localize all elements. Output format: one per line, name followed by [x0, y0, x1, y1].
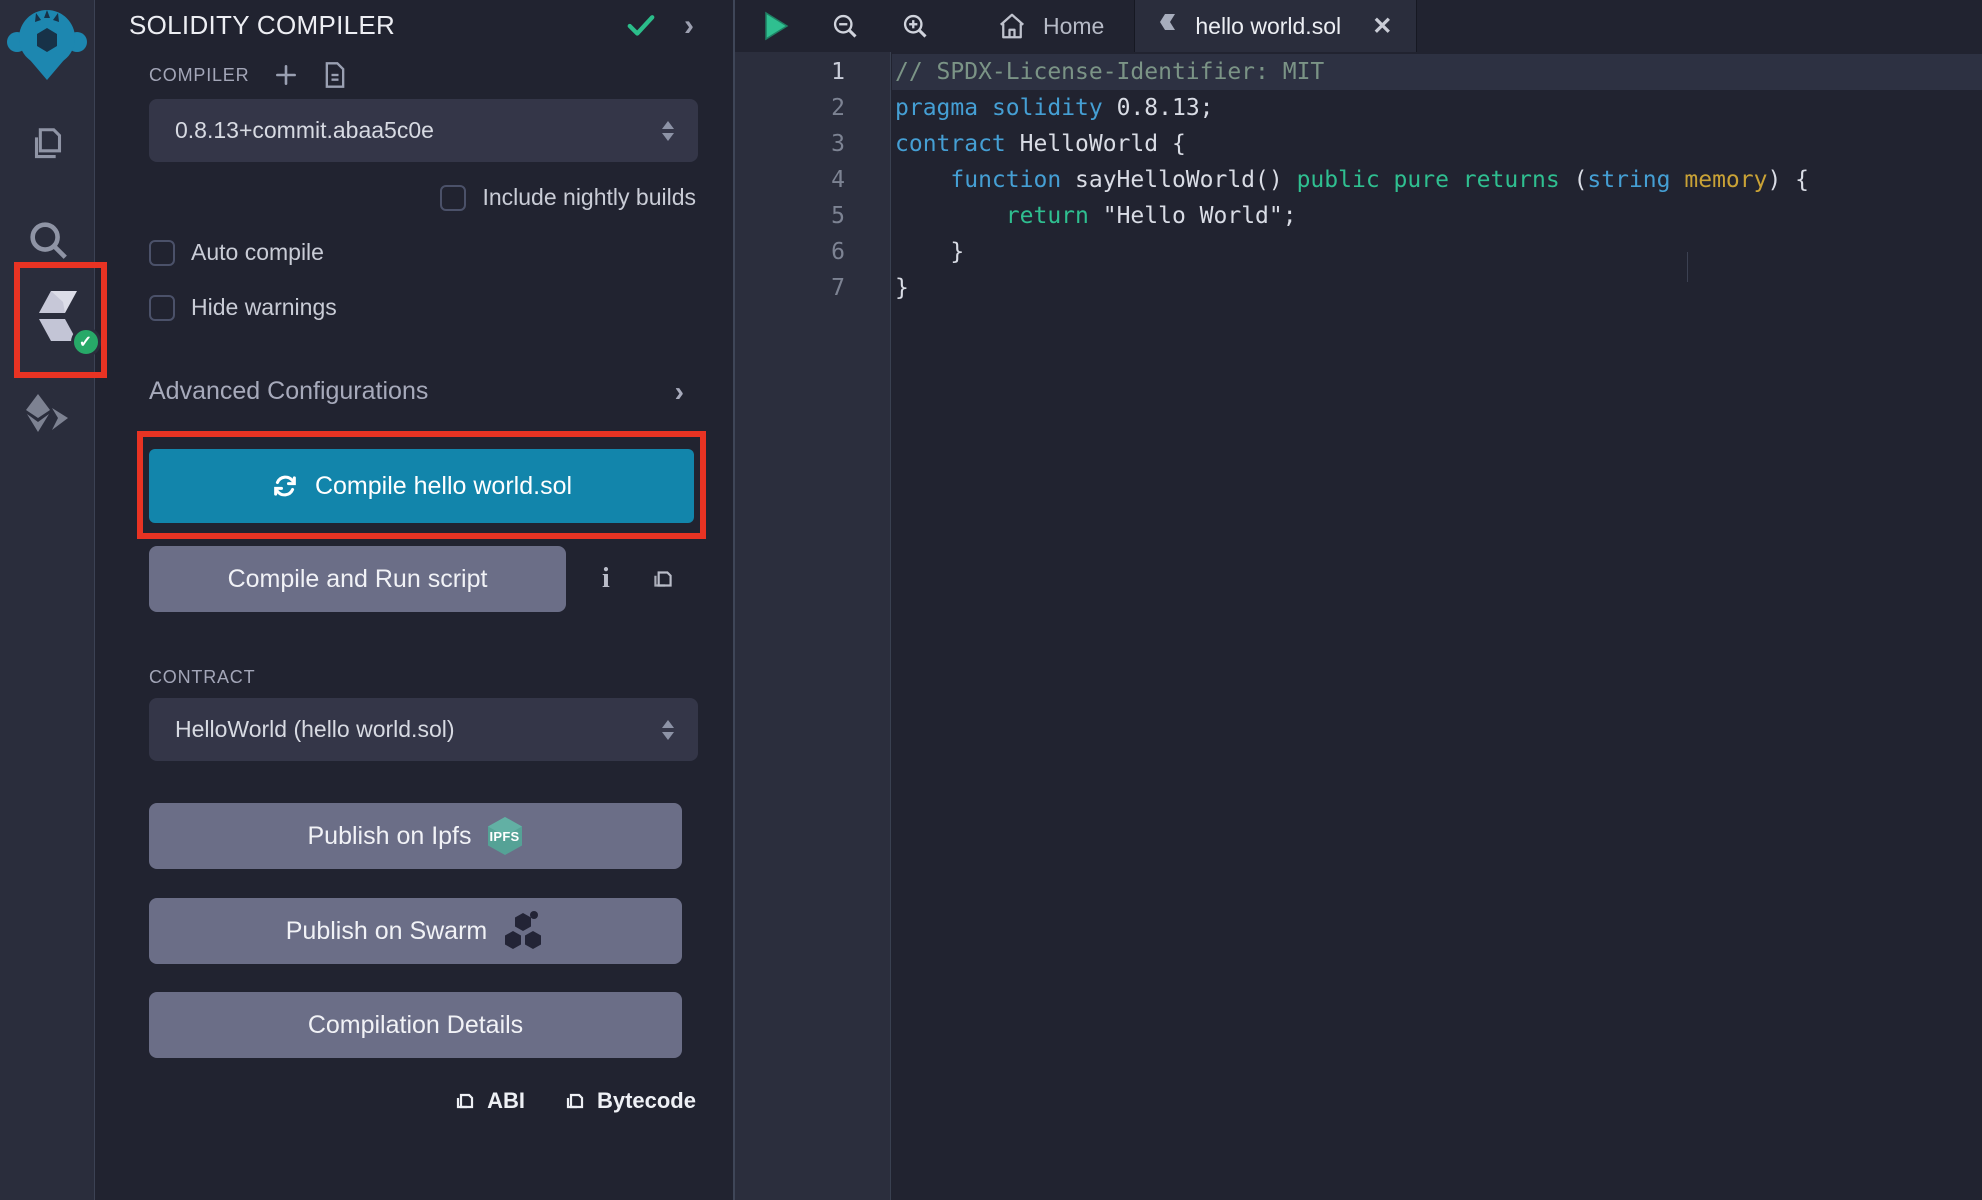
- deploy-run-icon[interactable]: [0, 382, 95, 452]
- hide-warnings-row: Hide warnings: [149, 294, 698, 321]
- compiler-section-label: COMPILER: [149, 65, 249, 86]
- solidity-compiler-panel: SOLIDITY COMPILER › COMPILER 0.8.13+comm…: [95, 0, 735, 1200]
- contract-section-label: CONTRACT: [149, 667, 255, 688]
- auto-compile-row: Auto compile: [149, 239, 698, 266]
- auto-compile-label[interactable]: Auto compile: [191, 239, 324, 266]
- compiler-section-header: COMPILER: [149, 61, 698, 89]
- editor-tabbar: Home hello world.sol ✕: [735, 0, 1982, 52]
- select-updown-icon: [660, 718, 676, 742]
- remix-logo[interactable]: [6, 4, 88, 86]
- compile-highlight-frame: Compile hello world.sol: [137, 431, 706, 539]
- advanced-configurations-label: Advanced Configurations: [149, 377, 428, 406]
- tab-active-label: hello world.sol: [1195, 13, 1341, 40]
- code-line-4[interactable]: 4 function sayHelloWorld() public pure r…: [735, 162, 1982, 198]
- include-nightly-checkbox[interactable]: [440, 185, 466, 211]
- icon-sidebar: ✓: [0, 0, 95, 1200]
- advanced-expand-chevron-icon: ›: [675, 378, 684, 406]
- contract-select-value: HelloWorld (hello world.sol): [175, 716, 455, 743]
- zoom-out-icon[interactable]: [831, 12, 859, 40]
- panel-collapse-chevron-icon[interactable]: ›: [684, 11, 694, 41]
- compile-run-button[interactable]: Compile and Run script: [149, 546, 566, 612]
- home-icon: [997, 11, 1027, 41]
- copy-icon: [563, 1089, 587, 1113]
- swarm-icon: [501, 909, 545, 953]
- sync-icon: [271, 472, 299, 500]
- compilation-details-button[interactable]: Compilation Details: [149, 992, 682, 1058]
- code-line-3[interactable]: 3contract HelloWorld {: [735, 126, 1982, 162]
- code-area[interactable]: 1// SPDX-License-Identifier: MIT2pragma …: [735, 52, 1982, 1200]
- publish-ipfs-button[interactable]: Publish on Ipfs IPFS: [149, 803, 682, 869]
- check-icon: [626, 13, 656, 39]
- artifact-row: ABI Bytecode: [149, 1088, 698, 1114]
- tab-close-icon[interactable]: ✕: [1372, 12, 1392, 41]
- file-explorer-icon[interactable]: [0, 112, 95, 182]
- copy-icon[interactable]: [650, 566, 676, 592]
- zoom-in-icon[interactable]: [901, 12, 929, 40]
- tab-hello-world-sol[interactable]: hello world.sol ✕: [1134, 0, 1417, 52]
- bytecode-label: Bytecode: [597, 1088, 696, 1114]
- copy-bytecode[interactable]: Bytecode: [563, 1088, 696, 1114]
- panel-title: SOLIDITY COMPILER: [129, 10, 395, 41]
- compiler-file-icon[interactable]: [323, 61, 347, 89]
- include-nightly-label[interactable]: Include nightly builds: [482, 184, 696, 211]
- panel-header: SOLIDITY COMPILER ›: [129, 10, 698, 41]
- compile-run-row: Compile and Run script i: [149, 546, 698, 612]
- select-updown-icon: [660, 119, 676, 143]
- compilation-details-label: Compilation Details: [308, 1011, 523, 1040]
- code-line-5[interactable]: 5 return "Hello World";: [735, 198, 1982, 234]
- hide-warnings-checkbox[interactable]: [149, 295, 175, 321]
- solidity-file-icon: [1159, 13, 1181, 39]
- ipfs-icon: IPFS: [486, 816, 524, 856]
- advanced-configurations[interactable]: Advanced Configurations ›: [149, 377, 698, 406]
- compile-button[interactable]: Compile hello world.sol: [149, 449, 694, 523]
- compile-run-label: Compile and Run script: [228, 565, 488, 594]
- contract-section-header: CONTRACT: [149, 667, 698, 688]
- auto-compile-checkbox[interactable]: [149, 240, 175, 266]
- tab-home-label: Home: [1043, 13, 1104, 40]
- copy-icon: [453, 1089, 477, 1113]
- hide-warnings-label[interactable]: Hide warnings: [191, 294, 337, 321]
- code-line-2[interactable]: 2pragma solidity 0.8.13;: [735, 90, 1982, 126]
- publish-swarm-label: Publish on Swarm: [286, 917, 487, 946]
- indent-guide: [1687, 252, 1688, 282]
- abi-label: ABI: [487, 1088, 525, 1114]
- compiler-highlight-frame: ✓: [14, 262, 107, 378]
- run-script-icon[interactable]: [763, 11, 789, 41]
- code-lines: 1// SPDX-License-Identifier: MIT2pragma …: [735, 54, 1982, 306]
- compiler-version-value: 0.8.13+commit.abaa5c0e: [175, 117, 434, 144]
- info-icon[interactable]: i: [602, 563, 610, 595]
- solidity-compiler-icon[interactable]: ✓: [33, 289, 89, 351]
- publish-swarm-button[interactable]: Publish on Swarm: [149, 898, 682, 964]
- publish-ipfs-label: Publish on Ipfs: [308, 822, 472, 851]
- compile-success-badge: ✓: [71, 327, 101, 357]
- compiler-version-select[interactable]: 0.8.13+commit.abaa5c0e: [149, 99, 698, 162]
- include-nightly-row: Include nightly builds: [149, 184, 696, 211]
- code-line-6[interactable]: 6 }: [735, 234, 1982, 270]
- tab-home[interactable]: Home: [929, 0, 1134, 52]
- code-line-7[interactable]: 7}: [735, 270, 1982, 306]
- copy-abi[interactable]: ABI: [453, 1088, 525, 1114]
- compile-button-label: Compile hello world.sol: [315, 472, 572, 501]
- contract-select[interactable]: HelloWorld (hello world.sol): [149, 698, 698, 761]
- add-compiler-icon[interactable]: [273, 62, 299, 88]
- editor-pane: Home hello world.sol ✕ 1// SPDX-License-…: [735, 0, 1982, 1200]
- code-line-1[interactable]: 1// SPDX-License-Identifier: MIT: [735, 54, 1982, 90]
